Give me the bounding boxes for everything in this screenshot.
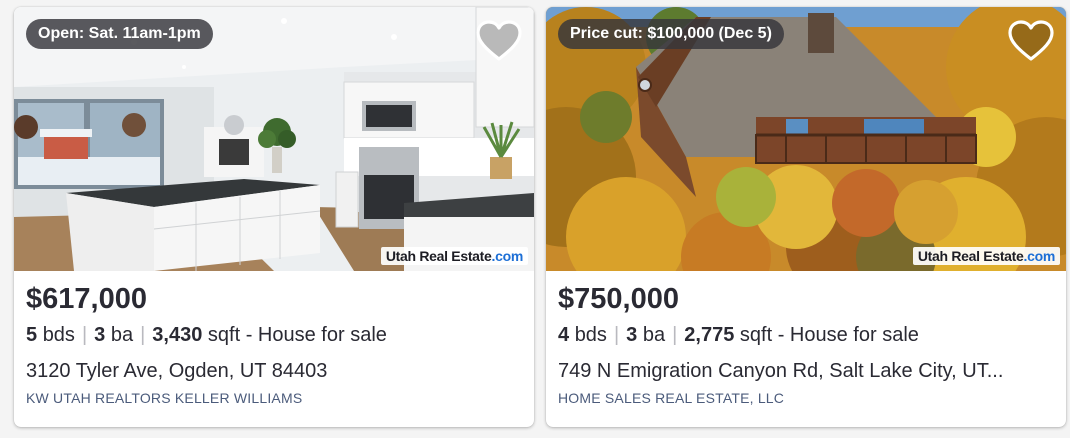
beds-count: 4 — [558, 324, 570, 346]
listing-price: $617,000 — [26, 283, 147, 315]
listing-photo[interactable]: Price cut: $100,000 (Dec 5) Utah Real Es… — [546, 7, 1066, 271]
listing-address-link[interactable]: 749 N Emigration Canyon Rd, Salt Lake Ci… — [558, 357, 1048, 385]
listing-info: $617,000 5 bds | 3 ba | 3,430 sqft - House f… — [14, 271, 534, 406]
listing-facts: 5 bds | 3 ba | 3,430 sqft - House for sale — [26, 324, 387, 346]
sqft-value: 3,430 — [152, 324, 203, 346]
price-cut-badge: Price cut: $100,000 (Dec 5) — [558, 19, 784, 49]
beds-count: 5 — [26, 324, 38, 346]
listing-address-link[interactable]: 3120 Tyler Ave, Ogden, UT 84403 — [26, 357, 516, 385]
baths-unit: ba — [110, 324, 134, 346]
sqft-unit: sqft — [207, 324, 241, 346]
broker-name: KW UTAH REALTORS KELLER WILLIAMS — [26, 390, 303, 406]
utah-real-estate-watermark: Utah Real Estate.com — [912, 247, 1060, 265]
listing-type: - House for sale — [777, 324, 919, 346]
baths-unit: ba — [642, 324, 666, 346]
listing-card[interactable]: Price cut: $100,000 (Dec 5) Utah Real Es… — [546, 7, 1066, 427]
sqft-value: 2,775 — [684, 324, 735, 346]
listing-facts: 4 bds | 3 ba | 2,775 sqft - House for sale — [558, 324, 919, 346]
heart-outline-icon[interactable] — [1006, 19, 1056, 63]
beds-unit: bds — [574, 324, 607, 346]
listing-price: $750,000 — [558, 283, 679, 315]
heart-outline-icon[interactable] — [474, 19, 524, 63]
listing-info: $750,000 4 bds | 3 ba | 2,775 sqft - House f… — [546, 271, 1066, 406]
beds-unit: bds — [42, 324, 75, 346]
broker-name: HOME SALES REAL ESTATE, LLC — [558, 390, 785, 406]
sqft-unit: sqft — [739, 324, 773, 346]
open-house-badge: Open: Sat. 11am-1pm — [26, 19, 213, 49]
baths-count: 3 — [626, 324, 638, 346]
baths-count: 3 — [94, 324, 106, 346]
listing-card[interactable]: Open: Sat. 11am-1pm Utah Real Estate.com… — [14, 7, 534, 427]
listing-photo[interactable]: Open: Sat. 11am-1pm Utah Real Estate.com — [14, 7, 534, 271]
listing-results: Open: Sat. 11am-1pm Utah Real Estate.com… — [0, 0, 1070, 438]
listing-type: - House for sale — [245, 324, 387, 346]
utah-real-estate-watermark: Utah Real Estate.com — [380, 247, 528, 265]
